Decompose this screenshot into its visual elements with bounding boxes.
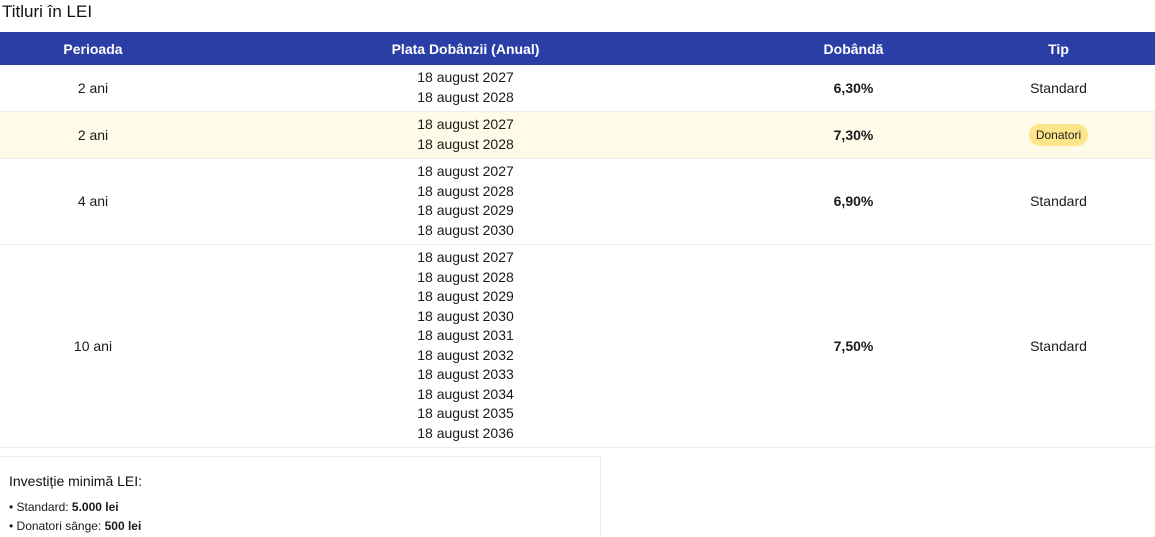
payment-date: 18 august 2028	[417, 88, 514, 105]
cell-rate: 7,50%	[745, 244, 962, 448]
payment-date: 18 august 2027	[417, 69, 514, 85]
payment-date: 18 august 2031	[417, 327, 514, 343]
cell-payment-dates: 18 august 2027 18 august 2028	[186, 65, 745, 112]
cell-type: Standard	[962, 65, 1155, 112]
cell-rate: 6,90%	[745, 158, 962, 245]
payment-date: 18 august 2027	[417, 249, 514, 265]
header-dobanda: Dobândă	[745, 32, 962, 65]
table-row: 2 ani 18 august 2027 18 august 2028 7,30% Do…	[0, 111, 1155, 159]
payment-date: 18 august 2035	[417, 405, 514, 421]
type-badge: Donatori	[1028, 123, 1089, 146]
minimum-donatori-label: • Donatori sânge:	[9, 519, 105, 533]
minimum-donatori: • Donatori sânge: 500 lei	[9, 517, 591, 536]
payment-date: 18 august 2028	[417, 135, 514, 152]
payment-date: 18 august 2033	[417, 366, 514, 382]
payment-date: 18 august 2036	[417, 424, 514, 441]
minimum-standard-label: • Standard:	[9, 500, 72, 514]
cell-period: 4 ani	[0, 158, 186, 245]
type-label: Standard	[1030, 337, 1087, 354]
header-tip: Tip	[962, 32, 1155, 65]
minimum-standard: • Standard: 5.000 lei	[9, 498, 591, 517]
table-row: 10 ani 18 august 2027 18 august 2028 18 aug…	[0, 244, 1155, 448]
payment-date: 18 august 2028	[417, 268, 514, 285]
cell-type: Donatori	[962, 111, 1155, 159]
minimum-donatori-value: 500 lei	[104, 519, 142, 533]
rates-table: Perioada Plata Dobânzii (Anual) Dobândă …	[0, 32, 1155, 448]
cell-period: 10 ani	[0, 244, 186, 448]
table-body: 2 ani 18 august 2027 18 august 2028 6,30% St…	[0, 65, 1155, 448]
minimum-investment-title: Investiție minimă LEI:	[9, 473, 143, 489]
cell-type: Standard	[962, 158, 1155, 245]
payment-date: 18 august 2029	[417, 288, 514, 304]
minimum-standard-value: 5.000 lei	[71, 500, 119, 514]
payment-date: 18 august 2028	[417, 182, 514, 199]
payment-date: 18 august 2029	[417, 202, 514, 218]
payment-date: 18 august 2027	[417, 163, 514, 179]
page-title: Titluri în LEI	[2, 2, 93, 21]
cell-payment-dates: 18 august 2027 18 august 2028 18 august 20…	[186, 158, 745, 245]
cell-payment-dates: 18 august 2027 18 august 2028 18 august 20…	[186, 244, 745, 448]
table-row: 4 ani 18 august 2027 18 august 2028 18 augu…	[0, 158, 1155, 245]
header-perioada: Perioada	[0, 32, 186, 65]
cell-period: 2 ani	[0, 111, 186, 159]
cell-rate: 6,30%	[745, 65, 962, 112]
cell-payment-dates: 18 august 2027 18 august 2028	[186, 111, 745, 159]
payment-date: 18 august 2034	[417, 385, 514, 402]
cell-type: Standard	[962, 244, 1155, 448]
table-row: 2 ani 18 august 2027 18 august 2028 6,30% St…	[0, 65, 1155, 112]
payment-date: 18 august 2032	[417, 346, 514, 363]
header-plata-dobanzii: Plata Dobânzii (Anual)	[186, 32, 745, 65]
type-label: Standard	[1030, 193, 1087, 209]
minimum-investment-box: Investiție minimă LEI: • Standard: 5.000…	[0, 456, 601, 537]
cell-rate: 7,30%	[745, 111, 962, 159]
payment-date: 18 august 2030	[417, 307, 514, 324]
table-header-row: Perioada Plata Dobânzii (Anual) Dobândă …	[0, 32, 1155, 65]
payment-date: 18 august 2030	[417, 221, 514, 238]
payment-date: 18 august 2027	[417, 116, 514, 132]
type-label: Standard	[1030, 79, 1087, 96]
cell-period: 2 ani	[0, 65, 186, 112]
